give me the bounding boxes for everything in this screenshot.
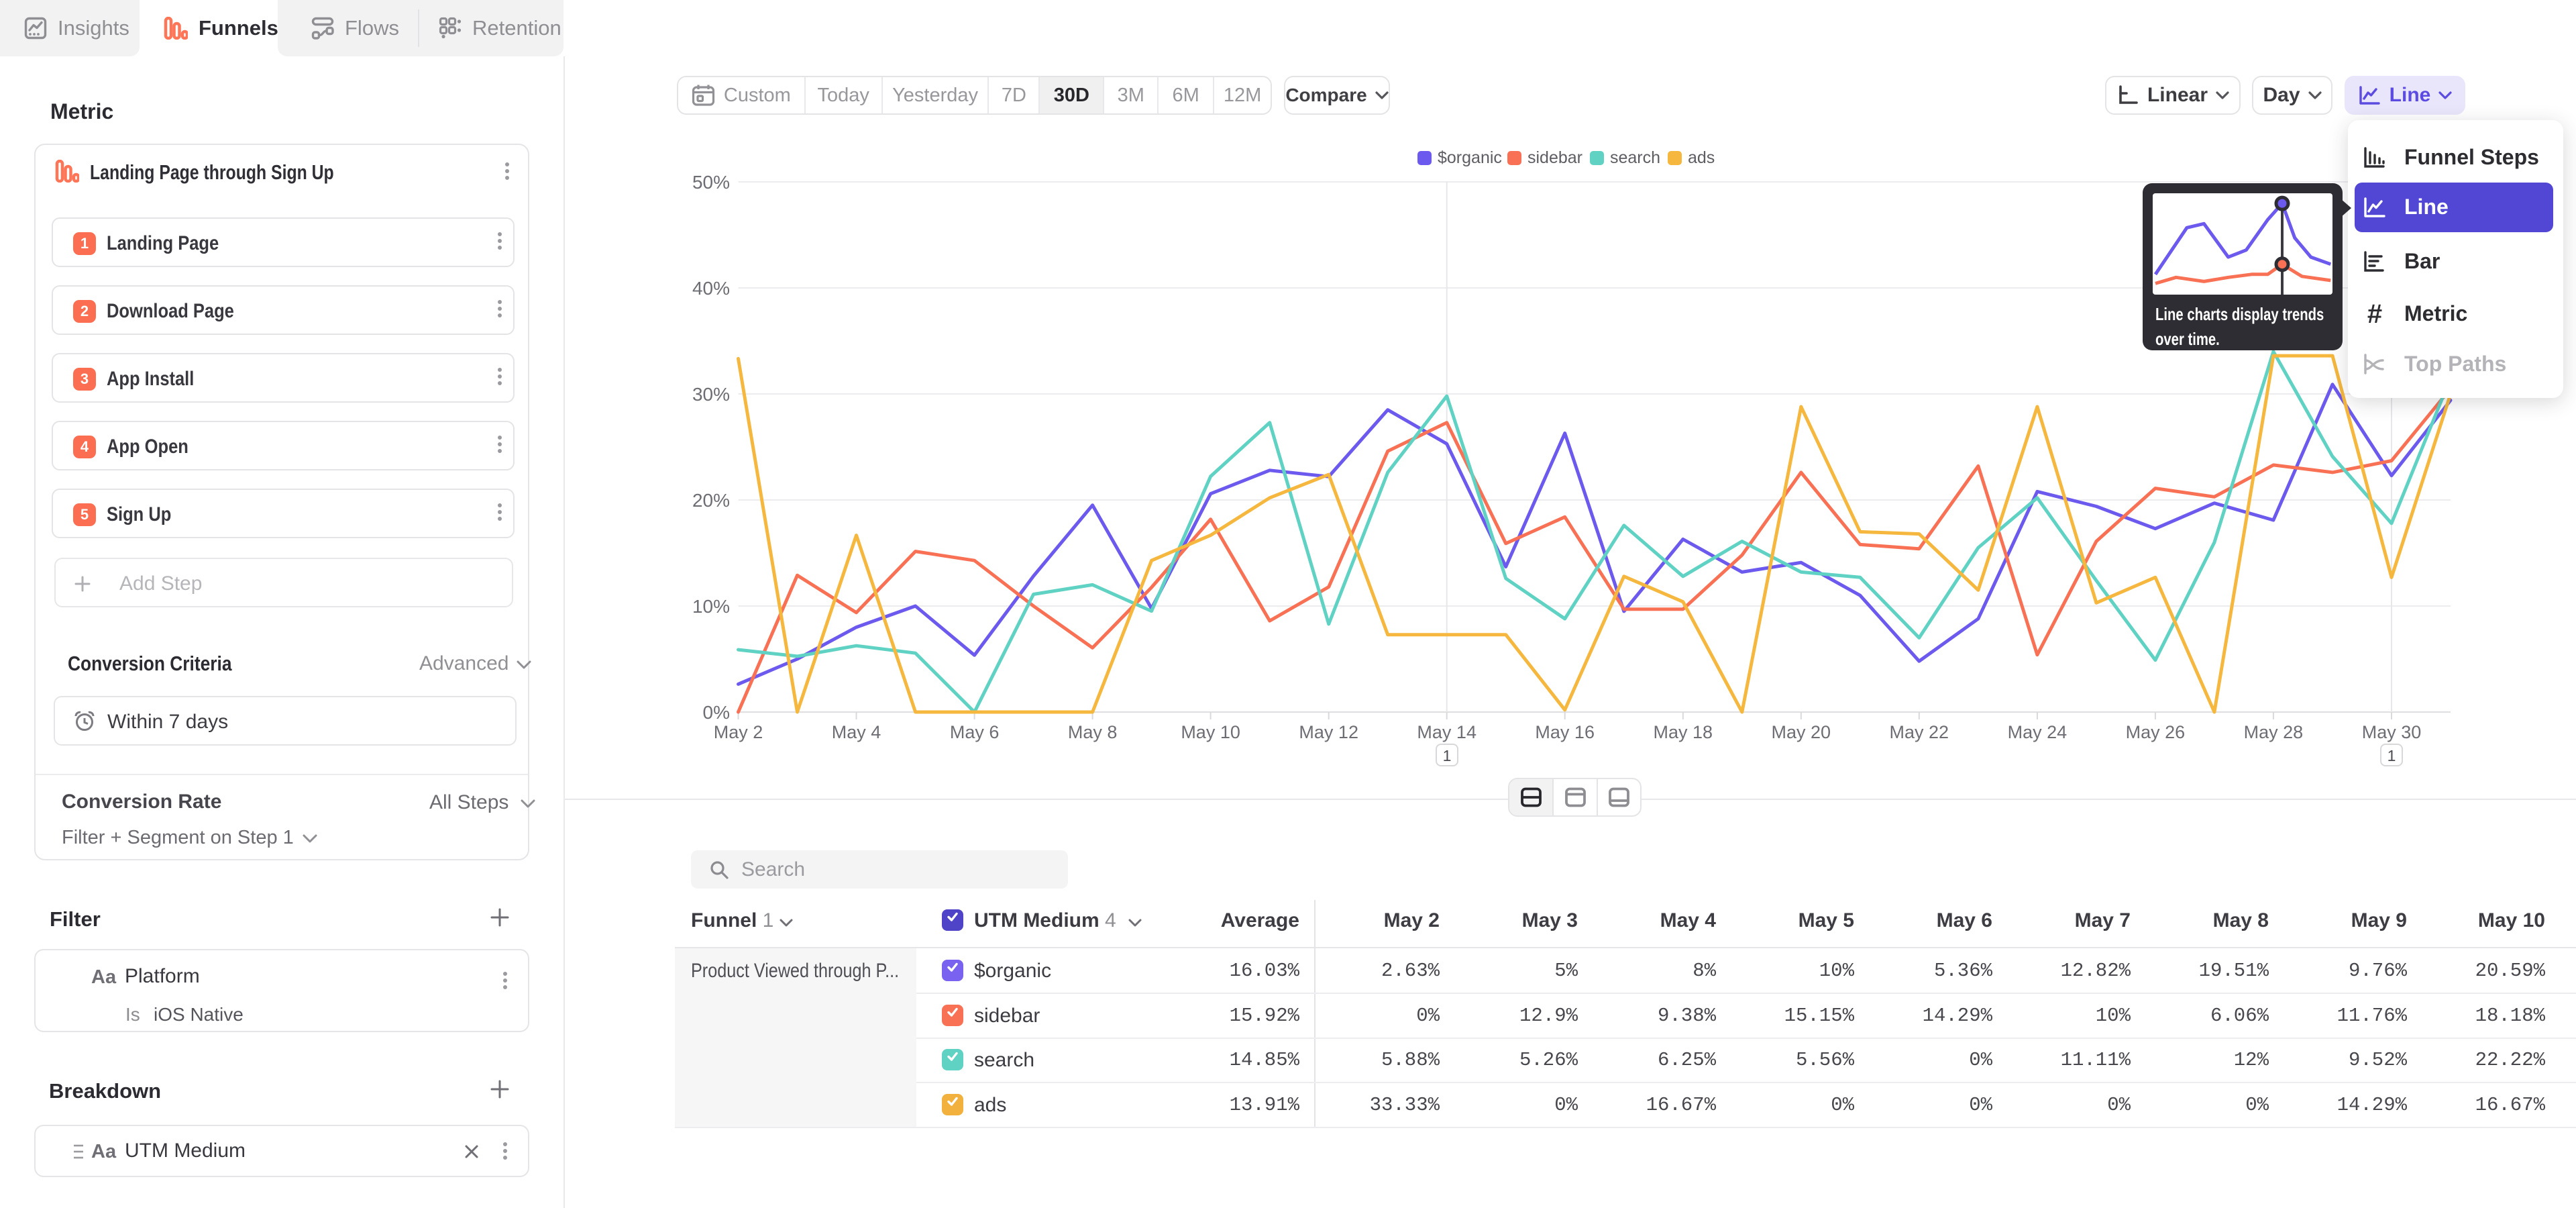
svg-text:0%: 0%: [703, 702, 730, 723]
svg-text:20%: 20%: [692, 490, 730, 511]
svg-text:50%: 50%: [692, 172, 730, 193]
svg-text:30%: 30%: [692, 384, 730, 405]
svg-text:May 12: May 12: [1299, 722, 1358, 742]
svg-text:10%: 10%: [692, 596, 730, 617]
svg-text:40%: 40%: [692, 278, 730, 299]
svg-text:May 26: May 26: [2126, 722, 2186, 742]
svg-text:May 14: May 14: [1417, 722, 1477, 742]
svg-text:May 10: May 10: [1181, 722, 1240, 742]
svg-text:May 24: May 24: [2008, 722, 2068, 742]
svg-text:May 4: May 4: [832, 722, 881, 742]
svg-text:May 18: May 18: [1654, 722, 1713, 742]
svg-text:May 30: May 30: [2362, 722, 2422, 742]
svg-text:May 22: May 22: [1890, 722, 1949, 742]
svg-text:May 8: May 8: [1068, 722, 1118, 742]
svg-text:May 28: May 28: [2244, 722, 2304, 742]
svg-text:May 16: May 16: [1535, 722, 1595, 742]
svg-text:May 6: May 6: [950, 722, 1000, 742]
svg-text:May 2: May 2: [714, 722, 763, 742]
svg-text:May 20: May 20: [1772, 722, 1831, 742]
